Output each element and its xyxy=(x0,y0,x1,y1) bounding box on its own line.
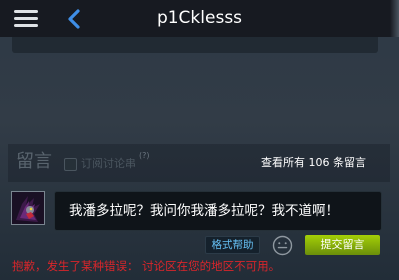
comments-title: 留言 xyxy=(16,151,52,172)
subscribe-help-link[interactable]: (?) xyxy=(139,151,150,161)
error-message: 抱歉，发生了某种错误： 讨论区在您的地区不可用。 xyxy=(12,259,281,273)
view-all-comments-link[interactable]: 查看所有 106 条留言 xyxy=(261,156,366,170)
subscribe-checkbox[interactable] xyxy=(64,158,77,171)
format-help-button[interactable]: 格式帮助 xyxy=(205,236,260,254)
content-panel xyxy=(12,37,378,53)
submit-comment-button[interactable]: 提交留言 xyxy=(305,235,380,255)
avatar xyxy=(11,191,45,225)
top-bar: p1Cklesss xyxy=(0,0,399,37)
comment-input-text[interactable]: 我潘多拉呢？我问你我潘多拉呢？我不道啊！ xyxy=(69,192,379,230)
page: p1Cklesss 留言 订阅讨论串 (?) 查看所有 106 条留言 我潘多拉… xyxy=(0,0,399,280)
page-title: p1Cklesss xyxy=(156,8,243,28)
comment-input[interactable]: 我潘多拉呢？我问你我潘多拉呢？我不道啊！ xyxy=(54,191,382,231)
subscribe-label[interactable]: 订阅讨论串 xyxy=(81,157,136,171)
smiley-icon[interactable] xyxy=(272,235,293,256)
top-bar-edge xyxy=(390,0,399,37)
